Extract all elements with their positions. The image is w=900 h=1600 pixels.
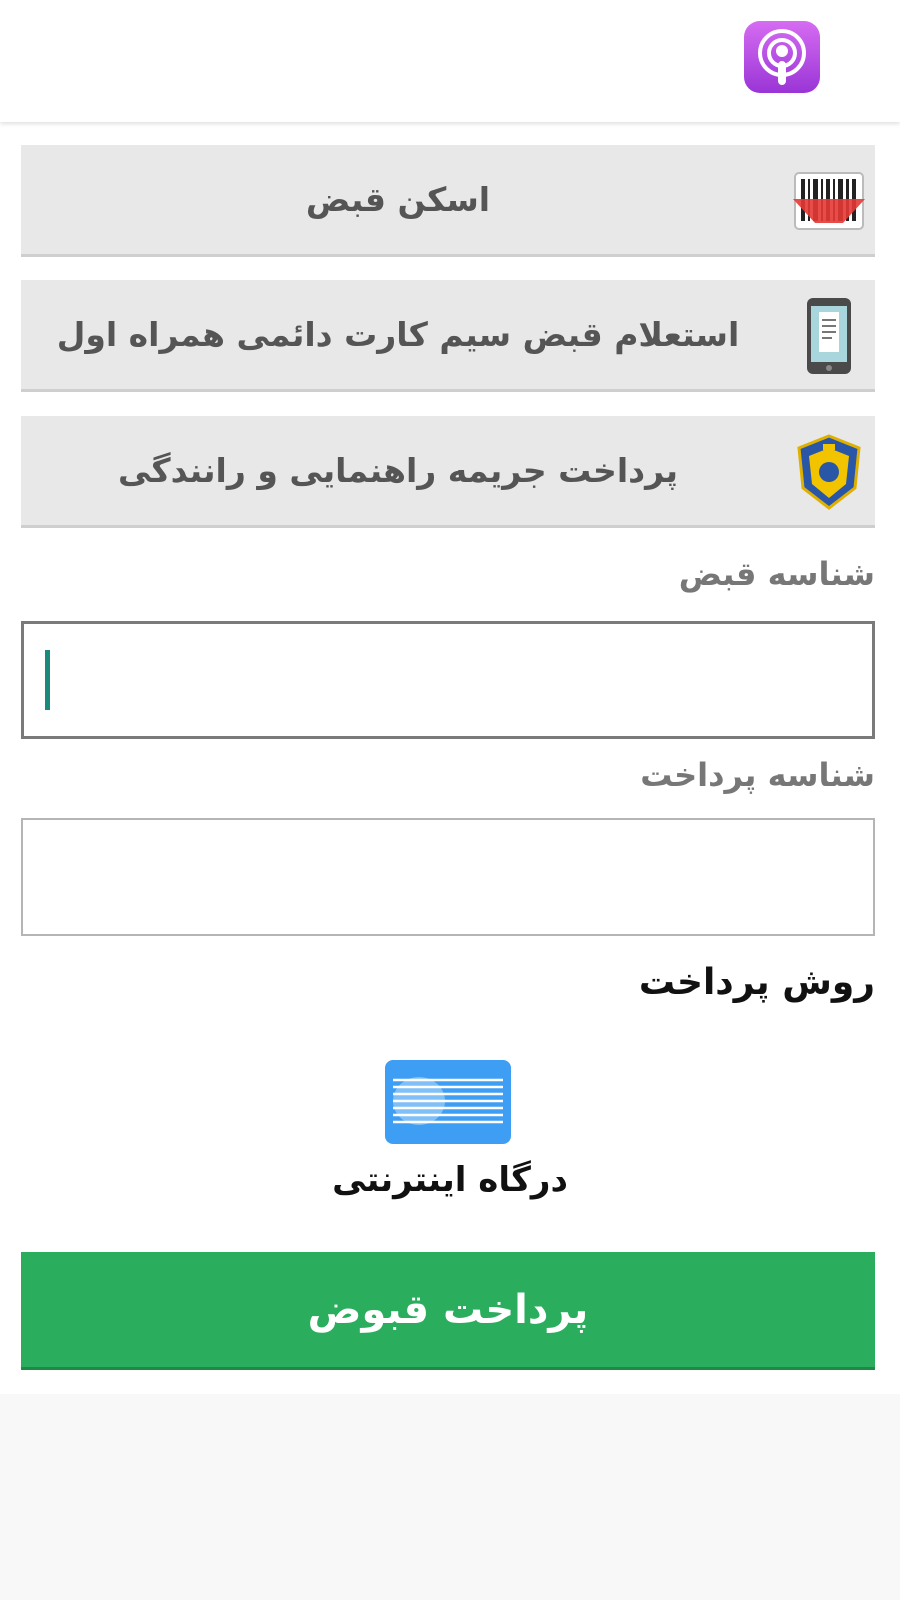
text-cursor xyxy=(45,650,50,710)
mobile-bill-icon xyxy=(793,298,865,374)
mci-bill-inquiry-button[interactable]: استعلام قبض سیم کارت دائمی همراه اول xyxy=(21,280,875,392)
scan-bill-button[interactable]: اسکن قبض xyxy=(21,145,875,257)
mci-bill-inquiry-label: استعلام قبض سیم کارت دائمی همراه اول xyxy=(56,315,740,354)
payment-method-title: روش پرداخت xyxy=(638,962,875,1003)
bill-id-label: شناسه قبض xyxy=(678,555,875,593)
main-content: اسکن قبض استعلام قبض سیم کارت دائمی همرا… xyxy=(0,122,900,1394)
app-header xyxy=(0,0,900,122)
internet-gateway-icon xyxy=(385,1060,511,1144)
scan-bill-label: اسکن قبض xyxy=(305,180,491,219)
internet-gateway-option[interactable]: درگاه اینترنتی xyxy=(330,1060,570,1220)
pay-bills-button[interactable]: پرداخت قبوض xyxy=(21,1252,875,1370)
traffic-fine-button[interactable]: پرداخت جریمه راهنمایی و رانندگی xyxy=(21,416,875,528)
page: اسکن قبض استعلام قبض سیم کارت دائمی همرا… xyxy=(0,0,900,1600)
traffic-fine-label: پرداخت جریمه راهنمایی و رانندگی xyxy=(118,451,678,490)
barcode-scanner-icon xyxy=(793,163,865,239)
podcast-icon[interactable] xyxy=(744,21,820,93)
internet-gateway-label: درگاه اینترنتی xyxy=(332,1160,568,1200)
bill-id-input[interactable] xyxy=(21,621,875,739)
payment-id-input[interactable] xyxy=(21,818,875,936)
payment-id-label: شناسه پرداخت xyxy=(640,756,875,794)
traffic-police-badge-icon xyxy=(793,434,865,510)
